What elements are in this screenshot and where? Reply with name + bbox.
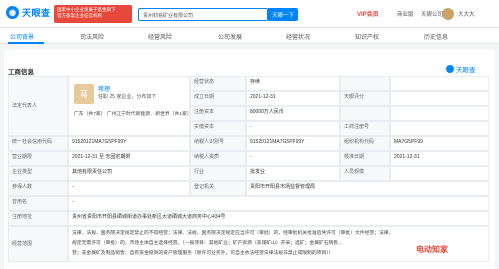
- field-value: 80000万人民币: [246, 106, 340, 121]
- field-value: 2021-12-31 至 无固定期限: [68, 151, 190, 166]
- legal-rep-label: 法定代表人: [8, 76, 68, 136]
- top-header: ◉ 天眼查 国家中小企业发展子基金旗下 官方备案企业征信机构 贵州钧铭矿业有限公…: [0, 0, 499, 28]
- field-value: 91520121MA7G5PF99Y: [246, 136, 340, 151]
- section-title: 工商信息: [8, 69, 34, 76]
- tab-history[interactable]: 历史信息: [424, 32, 448, 41]
- field-label: 天眼评分: [340, 91, 390, 106]
- field-label: [340, 106, 390, 121]
- field-label: 企业类型: [8, 166, 68, 181]
- tab-development[interactable]: 公司发展: [218, 32, 242, 41]
- tab-ip[interactable]: 知识产权: [355, 32, 379, 41]
- user-name[interactable]: 大大大: [458, 10, 475, 18]
- person-distribution: 广东（共7家） 广州江宁时代新能源... 新世界（共1家）: [74, 112, 192, 117]
- field-value: [390, 91, 489, 106]
- person-name[interactable]: 蒋理: [98, 84, 110, 93]
- logo-eye-icon: ◉: [6, 6, 19, 19]
- field-value: 2021-12-31: [390, 151, 489, 166]
- search-input[interactable]: 贵州钧铭矿业有限公司: [138, 8, 268, 21]
- field-label: 营业期限: [8, 151, 68, 166]
- official-badge: 国家中小企业发展子基金旗下 官方备案企业征信机构: [54, 5, 132, 23]
- field-value: -: [246, 151, 340, 166]
- field-label: 注册资本: [190, 106, 246, 121]
- field-label: 组织机构代码: [340, 136, 390, 151]
- field-label: 统一社会信用代码: [8, 136, 68, 151]
- field-value: 91520121MA7G5PF99Y: [68, 136, 190, 151]
- scope-line: 法律、法规、国务院决定规定禁止的不得经营；法律、法规、国务院决定规定应当许可（审…: [72, 231, 394, 236]
- watermark-eye-icon: [446, 65, 454, 73]
- field-value: 贵阳市开阳县市场监督管理局: [246, 181, 489, 196]
- nav-company[interactable]: 天眼公司: [421, 10, 443, 18]
- scope-line: 规定无需许可（审批）的，市场主体自主选择经营。（一般项目：其他矿业；矿产资源（非…: [72, 241, 343, 246]
- field-value: 批发业: [246, 166, 340, 181]
- field-label: 纳税人识别号: [190, 136, 246, 151]
- watermark: 天眼查: [446, 64, 476, 74]
- scope-line: 营；非金属矿及制品销售；自有资金投资的资产管理服务（除许可业务外，可自主依法经营…: [72, 251, 334, 256]
- search-button[interactable]: 天眼一下: [268, 8, 298, 21]
- field-label: 实缴资本: [190, 121, 246, 136]
- field-value: [390, 121, 489, 136]
- field-value: [390, 106, 489, 121]
- field-value: -: [246, 121, 340, 136]
- tab-operations[interactable]: 经营状况: [286, 32, 310, 41]
- field-label: [340, 76, 390, 91]
- field-label: 行业: [190, 166, 246, 181]
- nav-business[interactable]: 商业版: [397, 10, 414, 18]
- logo-text: 天眼查: [22, 8, 51, 18]
- address-label: 注册地址: [8, 211, 68, 226]
- field-value: [390, 76, 489, 91]
- field-label: 工商注册号: [340, 121, 390, 136]
- field-value: MA7G5PF99: [390, 136, 489, 151]
- tab-judicial-risk[interactable]: 司法风险: [80, 32, 104, 41]
- field-label: 成立日期: [190, 91, 246, 106]
- logo[interactable]: ◉ 天眼查: [6, 6, 51, 19]
- field-label: 经营状态: [190, 76, 246, 91]
- active-tab-indicator: [8, 42, 44, 44]
- field-label: 参保人数: [8, 181, 68, 196]
- field-label: 核准日期: [340, 151, 390, 166]
- field-value: -: [68, 181, 190, 196]
- field-label: 登记机关: [190, 181, 246, 196]
- field-label: 人员规模: [340, 166, 390, 181]
- tab-operating-risk[interactable]: 经营风险: [148, 32, 172, 41]
- person-avatar[interactable]: 蒋: [74, 84, 94, 104]
- field-value: 其他有限责任公司: [68, 166, 190, 181]
- person-summary: 任职 25 家企业，分布如下: [98, 94, 157, 100]
- field-label: 纳税人资质: [190, 151, 246, 166]
- field-value: [390, 166, 489, 181]
- field-value: -: [68, 196, 489, 211]
- tab-bar: 公司背景 司法风险 经营风险 公司发展 经营状况 知识产权 历史信息: [0, 28, 499, 44]
- footer-watermark: 电动知家: [416, 245, 448, 254]
- address-value: 贵州省贵阳市开阳县硒城街道办事处新区大道硒城大道商务中心434号: [68, 211, 489, 226]
- scope-label: 经营范围: [8, 226, 68, 262]
- avatar[interactable]: [442, 8, 454, 20]
- field-value: 2021-12-31: [246, 91, 340, 106]
- field-label: 曾用名: [8, 196, 68, 211]
- field-value: 存续: [246, 76, 340, 91]
- tab-background[interactable]: 公司背景: [10, 32, 34, 41]
- vip-link[interactable]: VIP会员: [357, 9, 379, 18]
